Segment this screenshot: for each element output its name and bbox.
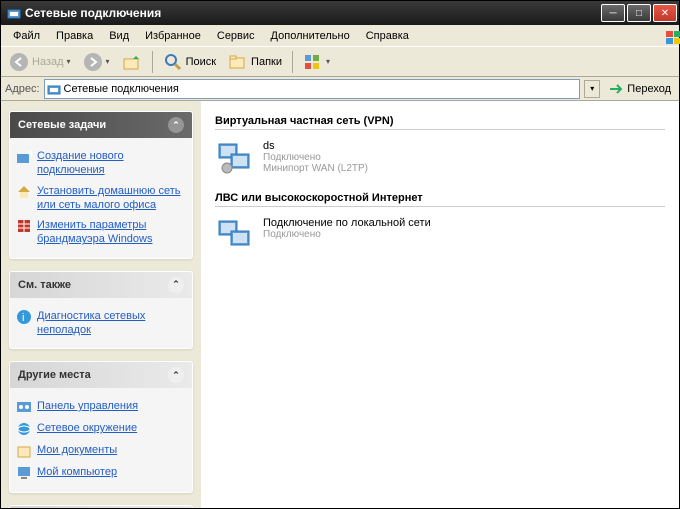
address-label: Адрес: bbox=[5, 83, 40, 95]
menubar: Файл Правка Вид Избранное Сервис Дополни… bbox=[1, 25, 679, 47]
network-connections-icon bbox=[47, 82, 61, 96]
chevron-up-icon: ⌃ bbox=[168, 117, 184, 133]
window-title: Сетевые подключения bbox=[25, 6, 601, 20]
window: Сетевые подключения ─ □ ✕ Файл Правка Ви… bbox=[0, 0, 680, 509]
control-panel-link[interactable]: Панель управления bbox=[16, 396, 186, 418]
chevron-up-icon: ⌃ bbox=[168, 277, 184, 293]
documents-icon bbox=[16, 443, 32, 459]
close-button[interactable]: ✕ bbox=[653, 4, 677, 22]
vpn-connection-icon bbox=[217, 140, 253, 176]
see-also-header[interactable]: См. также ⌃ bbox=[10, 272, 192, 298]
folders-icon bbox=[228, 52, 248, 72]
network-tasks-panel: Сетевые задачи ⌃ ✶ Создание нового подкл… bbox=[9, 111, 193, 259]
chevron-up-icon: ⌃ bbox=[168, 367, 184, 383]
toolbar-divider bbox=[292, 51, 293, 73]
see-also-body: i Диагностика сетевых неполадок bbox=[10, 298, 192, 349]
views-button[interactable]: ▾ bbox=[299, 50, 334, 74]
details-header[interactable]: Подробно ⌃ bbox=[10, 506, 192, 508]
minimize-button[interactable]: ─ bbox=[601, 4, 625, 22]
menu-view[interactable]: Вид bbox=[101, 28, 137, 44]
new-connection-icon: ✶ bbox=[16, 149, 32, 165]
details-panel: Подробно ⌃ Сетевые подключения Системная… bbox=[9, 505, 193, 508]
addressbar: Адрес: Сетевые подключения ▾ Переход bbox=[1, 77, 679, 101]
search-icon bbox=[163, 52, 183, 72]
menu-edit[interactable]: Правка bbox=[48, 28, 101, 44]
other-places-panel: Другие места ⌃ Панель управления Сетевое… bbox=[9, 361, 193, 493]
titlebar: Сетевые подключения ─ □ ✕ bbox=[1, 1, 679, 25]
back-arrow-icon bbox=[9, 52, 29, 72]
folder-up-icon bbox=[122, 52, 142, 72]
connection-item-ds[interactable]: ds Подключено Минипорт WAN (L2TP) bbox=[215, 138, 665, 178]
menu-file[interactable]: Файл bbox=[5, 28, 48, 44]
windows-flag-icon bbox=[657, 28, 675, 44]
connection-item-lan[interactable]: Подключение по локальной сети Подключено bbox=[215, 215, 665, 255]
control-panel-icon bbox=[16, 399, 32, 415]
svg-text:i: i bbox=[22, 312, 24, 324]
toolbar: Назад ▾ ▾ Поиск Папки ▾ bbox=[1, 47, 679, 77]
connection-name: Подключение по локальной сети bbox=[263, 217, 431, 229]
network-tasks-header[interactable]: Сетевые задачи ⌃ bbox=[10, 112, 192, 138]
create-new-connection-link[interactable]: ✶ Создание нового подключения bbox=[16, 146, 186, 181]
svg-text:✶: ✶ bbox=[27, 149, 32, 160]
other-places-body: Панель управления Сетевое окружение Мои … bbox=[10, 388, 192, 492]
address-value: Сетевые подключения bbox=[64, 83, 179, 95]
see-also-panel: См. также ⌃ i Диагностика сетевых непола… bbox=[9, 271, 193, 350]
views-icon bbox=[303, 52, 323, 72]
forward-button: ▾ bbox=[79, 50, 114, 74]
vpn-group-header: Виртуальная частная сеть (VPN) bbox=[215, 115, 665, 130]
connections-list: Виртуальная частная сеть (VPN) ds Подклю… bbox=[201, 101, 679, 508]
network-connections-icon bbox=[7, 6, 21, 20]
network-neighborhood-icon bbox=[16, 421, 32, 437]
connection-status: Подключено bbox=[263, 152, 368, 163]
menu-help[interactable]: Справка bbox=[358, 28, 417, 44]
menu-advanced[interactable]: Дополнительно bbox=[263, 28, 358, 44]
network-tasks-body: ✶ Создание нового подключения Установить… bbox=[10, 138, 192, 258]
back-button: Назад ▾ bbox=[5, 50, 75, 74]
network-places-link[interactable]: Сетевое окружение bbox=[16, 418, 186, 440]
address-dropdown[interactable]: ▾ bbox=[584, 80, 600, 98]
sidebar: Сетевые задачи ⌃ ✶ Создание нового подкл… bbox=[1, 101, 201, 508]
toolbar-divider bbox=[152, 51, 153, 73]
up-button[interactable] bbox=[118, 50, 146, 74]
my-documents-link[interactable]: Мои документы bbox=[16, 440, 186, 462]
connection-status: Подключено bbox=[263, 229, 431, 240]
folders-button[interactable]: Папки bbox=[224, 50, 286, 74]
lan-group-header: ЛВС или высокоскоростной Интернет bbox=[215, 192, 665, 207]
go-button[interactable]: Переход bbox=[604, 79, 675, 99]
address-field[interactable]: Сетевые подключения bbox=[44, 79, 581, 99]
computer-icon bbox=[16, 465, 32, 481]
go-arrow-icon bbox=[608, 81, 624, 97]
window-controls: ─ □ ✕ bbox=[601, 4, 677, 22]
other-places-header[interactable]: Другие места ⌃ bbox=[10, 362, 192, 388]
network-diagnostics-link[interactable]: i Диагностика сетевых неполадок bbox=[16, 306, 186, 341]
info-icon: i bbox=[16, 309, 32, 325]
menu-favorites[interactable]: Избранное bbox=[137, 28, 209, 44]
home-network-icon bbox=[16, 184, 32, 200]
firewall-settings-link[interactable]: Изменить параметры брандмауэра Windows bbox=[16, 215, 186, 250]
maximize-button[interactable]: □ bbox=[627, 4, 651, 22]
connection-text: ds Подключено Минипорт WAN (L2TP) bbox=[263, 140, 368, 176]
connection-text: Подключение по локальной сети Подключено bbox=[263, 217, 431, 253]
forward-arrow-icon bbox=[83, 52, 103, 72]
firewall-icon bbox=[16, 218, 32, 234]
connection-device: Минипорт WAN (L2TP) bbox=[263, 163, 368, 174]
lan-connection-icon bbox=[217, 217, 253, 253]
connection-name: ds bbox=[263, 140, 368, 152]
my-computer-link[interactable]: Мой компьютер bbox=[16, 462, 186, 484]
menu-tools[interactable]: Сервис bbox=[209, 28, 263, 44]
setup-home-network-link[interactable]: Установить домашнюю сеть или сеть малого… bbox=[16, 181, 186, 216]
content-area: Сетевые задачи ⌃ ✶ Создание нового подкл… bbox=[1, 101, 679, 508]
search-button[interactable]: Поиск bbox=[159, 50, 220, 74]
